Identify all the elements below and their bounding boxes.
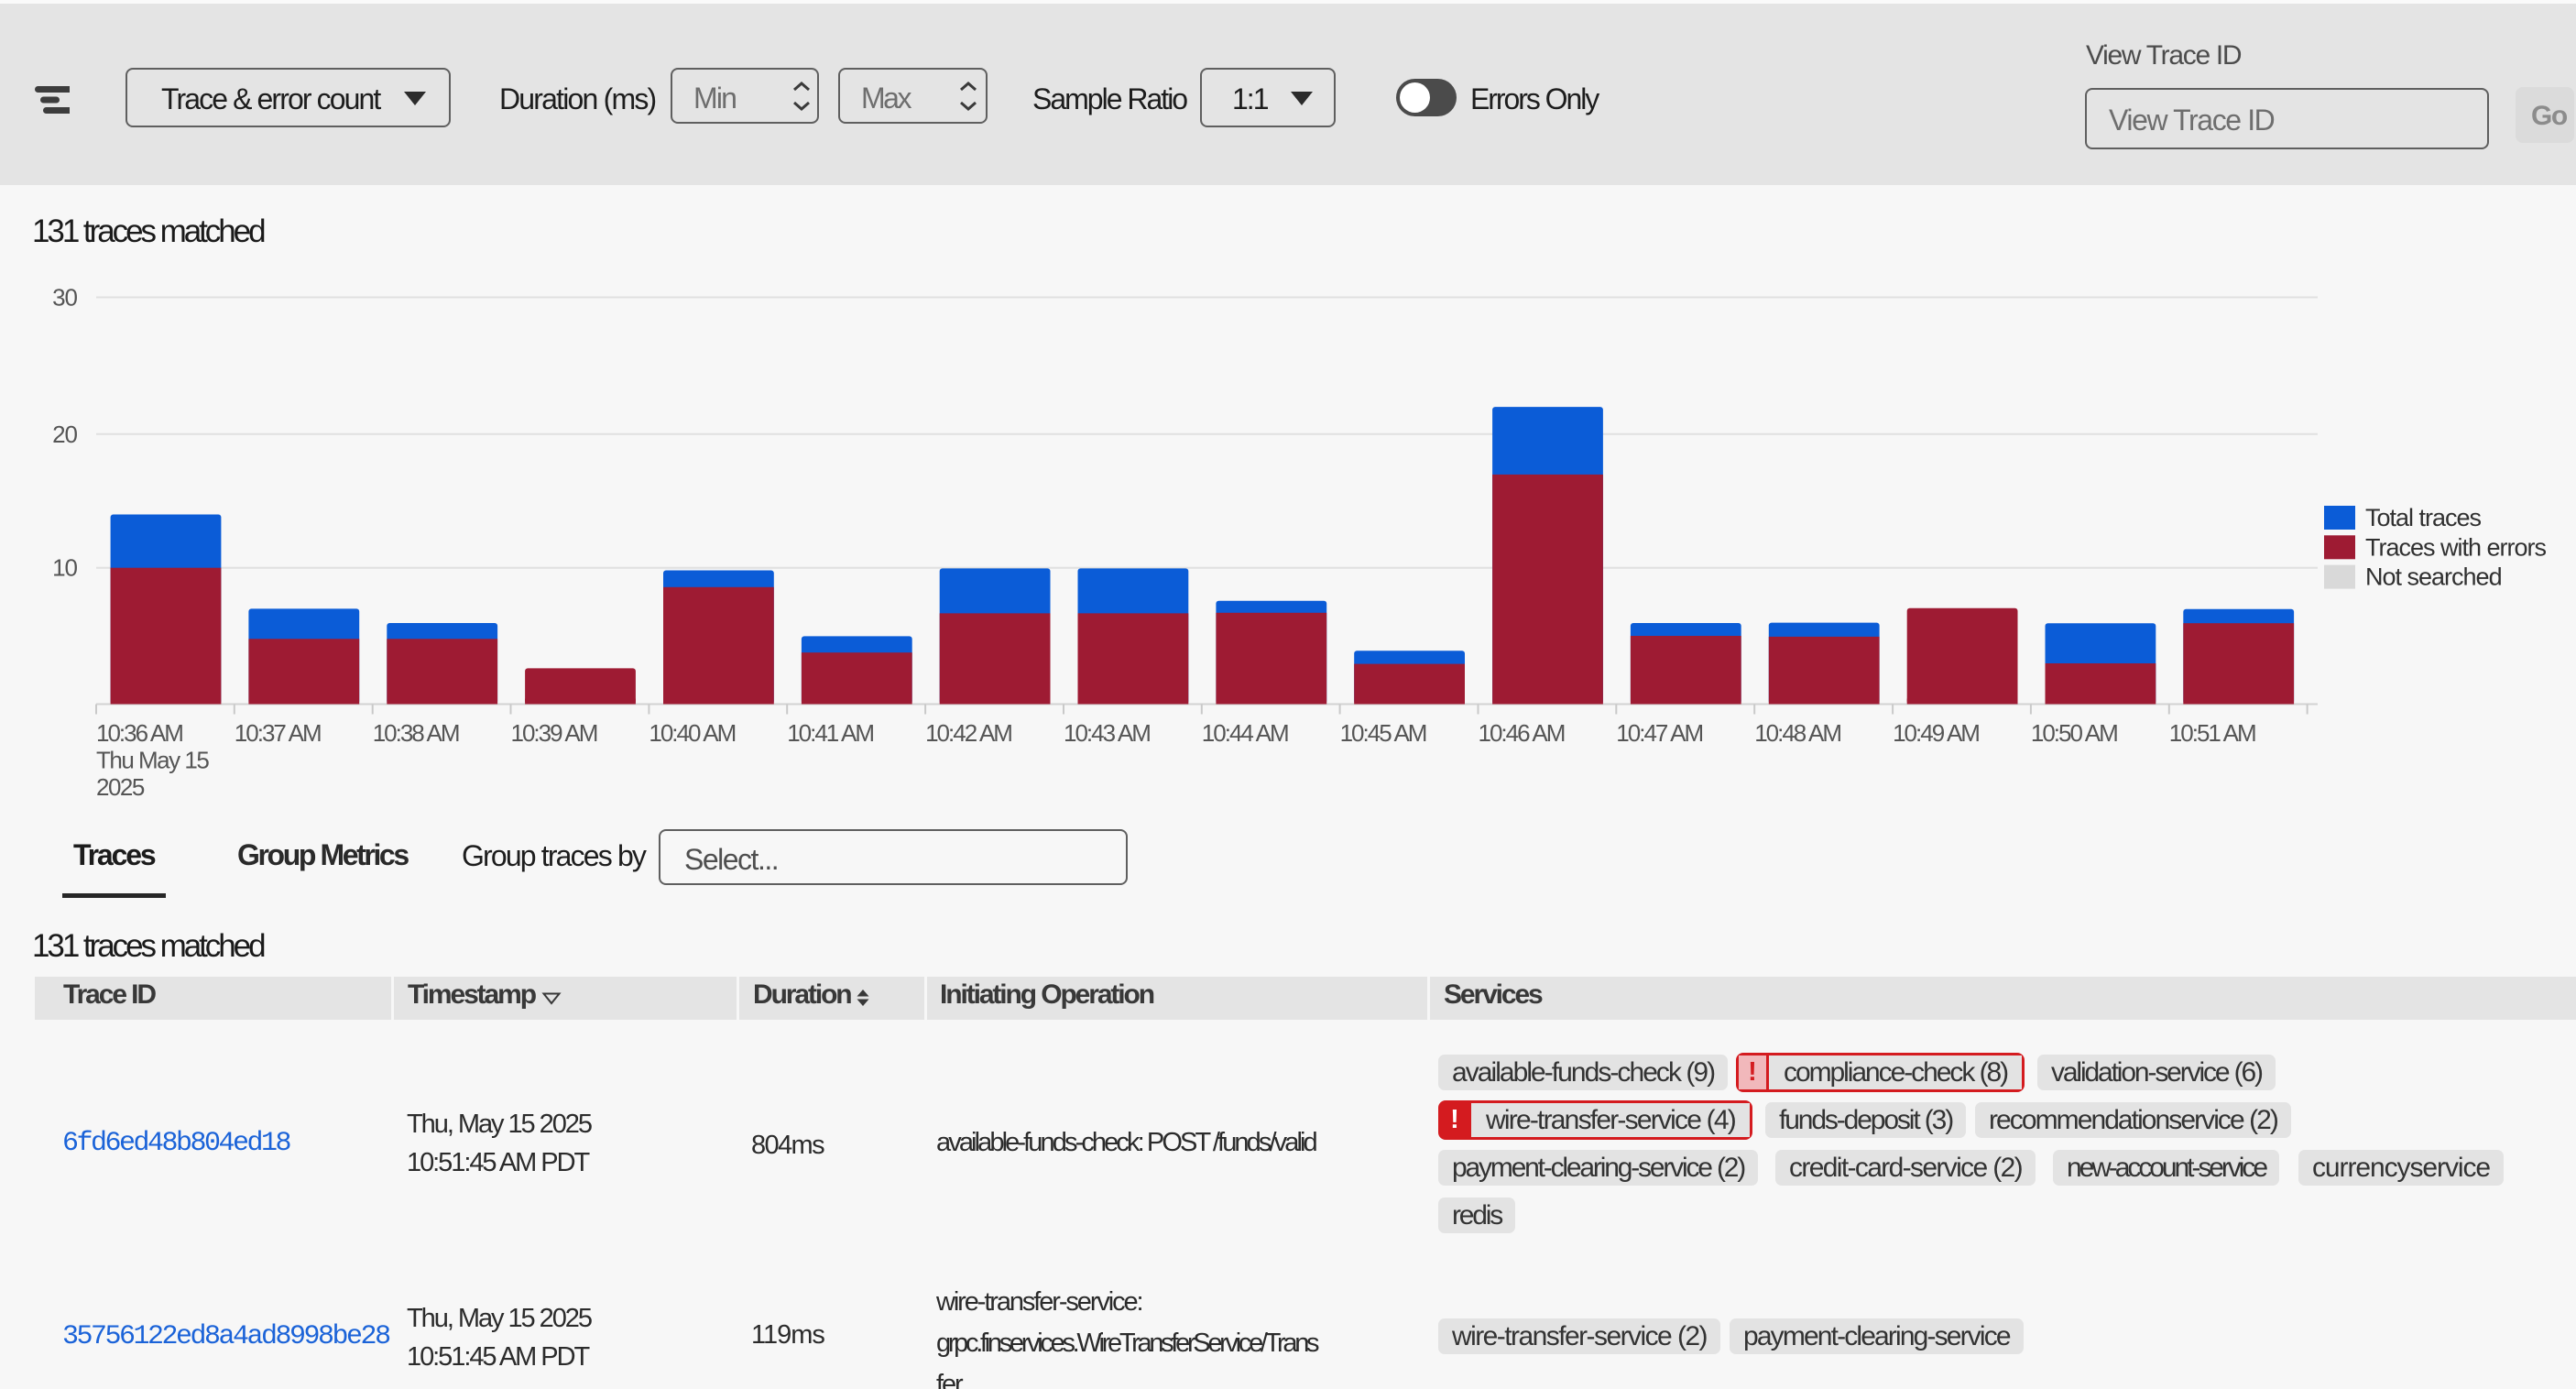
svg-text:10:51 AM: 10:51 AM — [2169, 719, 2255, 747]
svg-text:10:45 AM: 10:45 AM — [1340, 719, 1426, 747]
svg-text:10:40 AM: 10:40 AM — [649, 719, 735, 747]
svg-text:20: 20 — [52, 421, 77, 448]
svg-text:30: 30 — [52, 284, 77, 312]
svg-text:Traces with errors: Traces with errors — [2365, 533, 2547, 561]
svg-text:10:46 AM: 10:46 AM — [1479, 719, 1565, 747]
svg-text:10:50 AM: 10:50 AM — [2031, 719, 2117, 747]
svg-text:Not searched: Not searched — [2365, 563, 2502, 591]
svg-text:10:38 AM: 10:38 AM — [373, 719, 459, 747]
svg-text:Thu May 15: Thu May 15 — [96, 747, 209, 774]
svg-text:10:36 AM: 10:36 AM — [96, 719, 182, 747]
svg-text:Total traces: Total traces — [2365, 504, 2482, 531]
svg-text:10:42 AM: 10:42 AM — [925, 719, 1011, 747]
svg-text:10:48 AM: 10:48 AM — [1754, 719, 1840, 747]
svg-text:10:41 AM: 10:41 AM — [787, 719, 873, 747]
svg-text:10:49 AM: 10:49 AM — [1893, 719, 1979, 747]
svg-text:10:47 AM: 10:47 AM — [1616, 719, 1702, 747]
svg-text:10:39 AM: 10:39 AM — [511, 719, 597, 747]
svg-text:10:37 AM: 10:37 AM — [235, 719, 321, 747]
svg-text:10:43 AM: 10:43 AM — [1064, 719, 1150, 747]
svg-text:2025: 2025 — [96, 773, 145, 801]
svg-text:10:44 AM: 10:44 AM — [1202, 719, 1288, 747]
svg-text:10: 10 — [52, 554, 77, 582]
